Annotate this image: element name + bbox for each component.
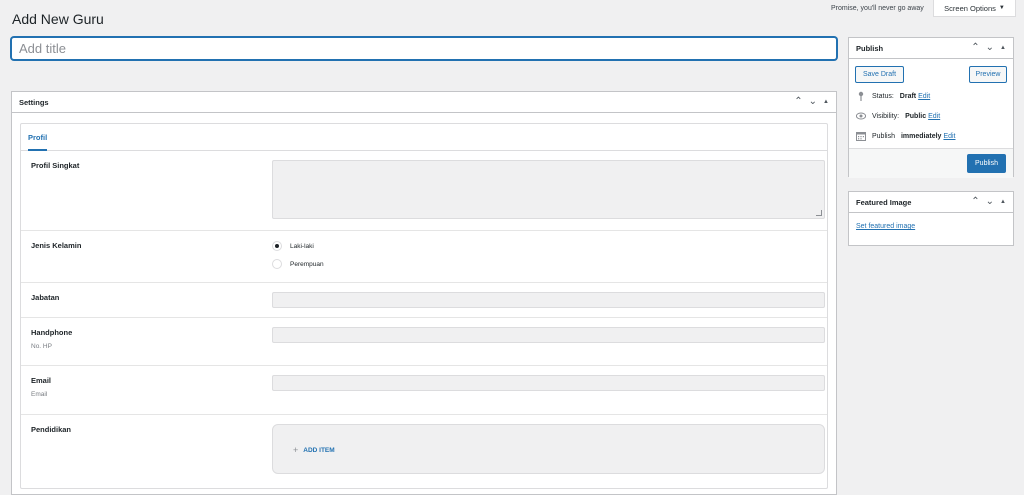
publish-header: Publish ⌃ ⌄ ▲ [849,38,1013,59]
field-row-profil-singkat: Profil Singkat [21,151,827,231]
triangle-up-icon[interactable]: ▲ [823,97,829,107]
chevron-down-icon[interactable]: ⌄ [986,43,994,53]
field-row-email: Email Email [21,366,827,415]
header-tagline: Promise, you'll never go away [831,5,924,12]
radio-perempuan[interactable]: Perempuan [272,259,324,269]
page-title: Add New Guru [12,11,104,27]
screen-options-button[interactable]: Screen Options ▼ [933,0,1016,17]
add-item-label: ADD ITEM [303,446,335,454]
email-input[interactable] [272,375,825,391]
tab-profil[interactable]: Profil [28,133,48,151]
featured-image-header: Featured Image ⌃ ⌄ ▲ [849,192,1013,213]
preview-button[interactable]: Preview [969,66,1007,83]
radio-laki-laki-label: Laki-laki [290,242,314,250]
radio-checked-icon [272,241,282,251]
email-hint: Email [31,391,48,398]
plus-icon: + [293,445,299,455]
settings-metabox: Settings ⌃ ⌄ ▲ Profil Profil Singkat Jen… [11,91,837,495]
status-edit-link[interactable]: Edit [918,93,930,100]
handphone-label: Handphone [31,328,73,337]
chevron-down-icon[interactable]: ⌄ [809,97,817,107]
pin-icon [856,91,866,101]
featured-image-metabox: Featured Image ⌃ ⌄ ▲ Set featured image [848,191,1014,246]
settings-title: Settings [19,97,49,107]
visibility-row: Visibility: Public Edit [856,111,940,121]
calendar-icon [856,131,866,141]
radio-unchecked-icon [272,259,282,269]
chevron-up-icon[interactable]: ⌃ [971,43,979,53]
field-row-pendidikan: Pendidikan + ADD ITEM [21,415,827,489]
chevron-up-icon[interactable]: ⌃ [794,97,802,107]
radio-perempuan-label: Perempuan [290,260,324,268]
visibility-value: Public [905,112,927,120]
tab-bar: Profil [21,124,827,151]
set-featured-image-link[interactable]: Set featured image [856,223,915,230]
resize-handle-icon[interactable] [816,210,822,216]
jabatan-label: Jabatan [31,293,60,302]
profil-singkat-label: Profil Singkat [31,161,80,170]
publish-metabox: Publish ⌃ ⌄ ▲ Save Draft Preview Status:… [848,37,1014,178]
profil-singkat-textarea[interactable] [272,160,825,219]
publish-actions: Publish [849,148,1013,178]
featured-image-title: Featured Image [856,197,912,207]
chevron-up-icon[interactable]: ⌃ [971,197,979,207]
settings-header: Settings ⌃ ⌄ ▲ [12,92,836,113]
pendidikan-label: Pendidikan [31,425,72,434]
triangle-up-icon[interactable]: ▲ [1000,43,1006,53]
handphone-hint: No. HP [31,343,52,350]
handphone-input[interactable] [272,327,825,343]
eye-icon [856,111,866,121]
field-row-handphone: Handphone No. HP [21,318,827,366]
publish-title: Publish [856,43,884,53]
chevron-down-icon[interactable]: ⌄ [986,197,994,207]
schedule-value: immediately [900,132,942,140]
status-value: Draft [899,92,917,100]
triangle-up-icon[interactable]: ▲ [1000,197,1006,207]
field-row-jabatan: Jabatan [21,283,827,318]
jenis-kelamin-label: Jenis Kelamin [31,241,82,250]
pendidikan-repeater: + ADD ITEM [272,424,825,474]
save-draft-button[interactable]: Save Draft [855,66,904,83]
visibility-label: Visibility: [872,112,900,120]
publish-handle-actions: ⌃ ⌄ ▲ [971,43,1006,53]
field-row-jenis-kelamin: Jenis Kelamin Laki-laki Perempuan [21,231,827,283]
radio-laki-laki[interactable]: Laki-laki [272,241,314,251]
settings-inner-card: Profil Profil Singkat Jenis Kelamin Laki… [20,123,828,489]
featured-image-handle-actions: ⌃ ⌄ ▲ [971,197,1006,207]
add-item-button[interactable]: + ADD ITEM [293,445,335,455]
schedule-label: Publish [872,132,895,140]
schedule-row: Publish immediately Edit [856,131,956,141]
settings-handle-actions: ⌃ ⌄ ▲ [794,97,829,107]
schedule-edit-link[interactable]: Edit [943,133,955,140]
jabatan-input[interactable] [272,292,825,308]
screen-options-label: Screen Options [944,3,996,13]
visibility-edit-link[interactable]: Edit [928,113,940,120]
publish-button[interactable]: Publish [967,154,1006,173]
caret-down-icon: ▼ [998,5,1005,11]
email-label: Email [31,376,52,385]
post-title-input[interactable] [11,37,837,60]
status-row: Status: Draft Edit [856,91,930,101]
status-label: Status: [872,92,894,100]
